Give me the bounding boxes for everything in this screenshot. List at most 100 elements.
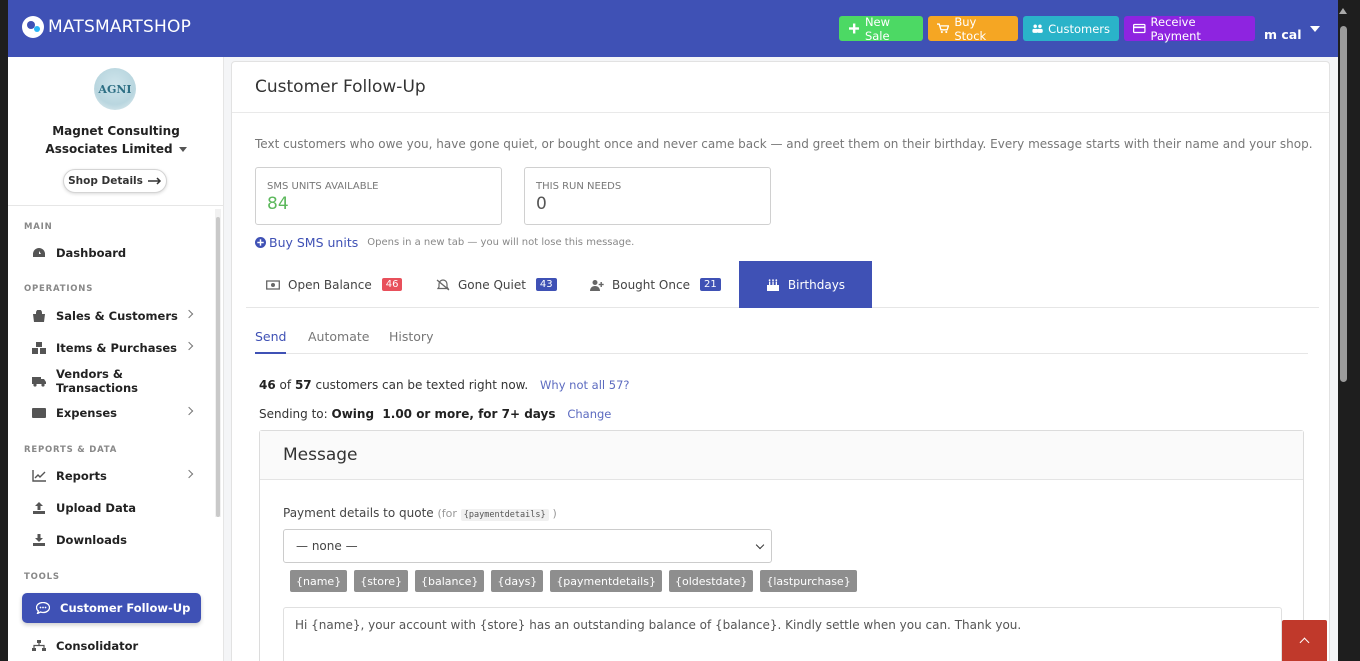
sidebar-item-label: Vendors & Transactions (56, 367, 138, 395)
change-link[interactable]: Change (567, 407, 611, 421)
receive-payment-label: Receive Payment (1150, 14, 1201, 43)
sms-units-card: SMS UNITS AVAILABLE 84 (255, 167, 502, 225)
sidebar-item-reports[interactable]: Reports (32, 466, 194, 486)
title-divider (232, 112, 1329, 113)
count-text: customers can be texted right now. (315, 378, 529, 392)
why-not-link[interactable]: Why not all 57? (540, 378, 629, 392)
chevron-down-icon[interactable] (1310, 26, 1320, 32)
sidebar-item-items[interactable]: Items & Purchases (32, 338, 194, 358)
sidebar-item-sales[interactable]: Sales & Customers (32, 306, 194, 326)
placeholder-oldestdate-button[interactable]: {oldestdate} (668, 570, 754, 592)
subtab-send[interactable]: Send (255, 329, 287, 354)
tab-bought-once[interactable]: Bought Once 21 (590, 261, 721, 308)
message-card-header: Message (260, 431, 1303, 480)
placeholder-store-button[interactable]: {store} (354, 570, 409, 592)
brand-logo[interactable]: MATSMARTSHOP (22, 16, 191, 38)
tab-label: Birthdays (787, 277, 846, 292)
shop-details-button[interactable]: Shop Details (63, 169, 167, 193)
chevron-right-icon (184, 309, 194, 319)
user-plus-icon (590, 279, 604, 291)
dashboard-icon (32, 247, 46, 259)
sms-units-label: SMS UNITS AVAILABLE (267, 181, 379, 192)
sidebar-item-downloads[interactable]: Downloads (32, 530, 192, 550)
sidebar-scrollbar-thumb[interactable] (216, 217, 220, 517)
caret-down-icon (178, 147, 187, 152)
page-title: Customer Follow-Up (255, 77, 426, 97)
section-reports: REPORTS & DATA (24, 445, 118, 455)
tab-birthdays[interactable]: Birthdays (739, 261, 872, 308)
chevron-right-icon (184, 469, 194, 479)
payment-details-label-text: Payment details to quote (283, 506, 434, 520)
boxes-icon (32, 342, 46, 354)
brand-icon (22, 16, 44, 38)
customers-button[interactable]: Customers (1023, 16, 1119, 41)
brand-name: MATSMARTSHOP (48, 17, 192, 37)
message-textarea[interactable]: Hi {name}, your account with {store} has… (283, 607, 1282, 661)
section-tools: TOOLS (24, 572, 60, 582)
chevron-down-icon (755, 540, 765, 550)
chart-line-icon (32, 470, 46, 482)
scroll-up-arrow-icon[interactable] (1339, 8, 1347, 14)
placeholder-lastpurchase-button[interactable]: {lastpurchase} (760, 570, 857, 592)
top-navbar: MATSMARTSHOP New Sale Buy Stock Customer… (8, 0, 1338, 57)
sidebar-item-consolidator[interactable]: Consolidator (32, 636, 192, 656)
shop-name[interactable]: Magnet Consulting Associates Limited (20, 122, 212, 158)
chevron-right-icon (184, 341, 194, 351)
buy-stock-button[interactable]: Buy Stock (928, 14, 1018, 43)
tab-gone-quiet[interactable]: Gone Quiet 43 (436, 261, 557, 308)
sidebar-item-label: Dashboard (56, 246, 127, 260)
user-menu[interactable]: m cal (1264, 27, 1302, 42)
upload-icon (32, 502, 46, 514)
sending-label: Sending to: (259, 407, 328, 421)
sidebar-item-dashboard[interactable]: Dashboard (32, 243, 192, 263)
buy-sms-link[interactable]: Buy SMS units Opens in a new tab — you w… (255, 235, 634, 250)
section-main: MAIN (24, 222, 53, 232)
subtab-history[interactable]: History (389, 329, 433, 344)
sidebar-item-expenses[interactable]: Expenses (32, 403, 194, 423)
arrow-right-icon (147, 177, 161, 185)
subtab-automate[interactable]: Automate (308, 329, 369, 344)
sidebar-item-label: Downloads (56, 533, 127, 547)
reachable-number: 46 (259, 378, 276, 392)
sitemap-icon (32, 640, 46, 652)
sidebar-item-customer-followup[interactable]: Customer Follow-Up (22, 593, 201, 623)
shopping-bag-icon (32, 310, 46, 322)
message-card-title: Message (283, 445, 358, 465)
placeholder-name-button[interactable]: {name} (290, 570, 348, 592)
buy-stock-label: Buy Stock (954, 14, 987, 43)
sidebar-item-upload[interactable]: Upload Data (32, 498, 192, 518)
sidebar-item-vendors[interactable]: Vendors & Transactions (32, 367, 192, 395)
sending-value: Owing 1.00 or more, for 7+ days (331, 407, 556, 421)
count-of: of (279, 378, 292, 392)
placeholder-balance-button[interactable]: {balance} (415, 570, 485, 592)
placeholder-days-button[interactable]: {days} (491, 570, 544, 592)
sms-units-value: 84 (267, 194, 289, 214)
window-scrollbar-thumb[interactable] (1340, 26, 1347, 382)
credit-card-icon (1133, 23, 1146, 34)
placeholder-paymentdetails-button[interactable]: {paymentdetails} (550, 570, 662, 592)
tab-count-badge: 46 (381, 278, 403, 291)
tab-open-balance[interactable]: Open Balance 46 (266, 261, 403, 308)
customers-label: Customers (1048, 21, 1110, 36)
select-value: — none — (296, 539, 358, 553)
tab-label: Gone Quiet (458, 277, 526, 292)
run-needs-value: 0 (536, 194, 547, 214)
tab-label: Open Balance (288, 277, 372, 292)
window-scrollbar[interactable] (1338, 0, 1360, 661)
segment-tabs: Open Balance 46 Gone Quiet 43 Bought Onc… (246, 261, 1319, 308)
shop-name-text: Magnet Consulting Associates Limited (45, 124, 180, 156)
truck-icon (32, 375, 46, 387)
scroll-to-top-button[interactable] (1282, 620, 1327, 661)
receive-payment-button[interactable]: Receive Payment (1124, 14, 1255, 43)
section-operations: OPERATIONS (24, 284, 94, 294)
message-card: Message Payment details to quote (for {p… (259, 430, 1304, 661)
new-sale-button[interactable]: New Sale (839, 15, 923, 43)
payment-details-select[interactable]: — none — (283, 529, 772, 563)
bell-slash-icon (436, 278, 450, 290)
app-window: MATSMARTSHOP New Sale Buy Stock Customer… (8, 0, 1338, 661)
sidebar-item-label: Sales & Customers (56, 309, 178, 323)
comment-dots-icon (36, 602, 50, 614)
tab-count-badge: 21 (699, 278, 721, 291)
payment-details-label: Payment details to quote (for {paymentde… (283, 506, 557, 521)
sidebar-item-label: Upload Data (56, 501, 136, 515)
